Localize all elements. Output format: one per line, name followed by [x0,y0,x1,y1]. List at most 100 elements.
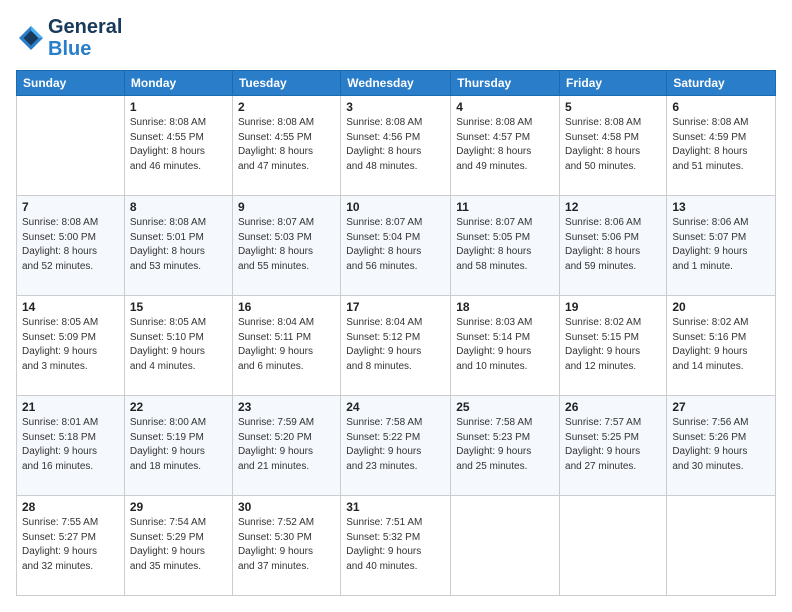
day-number: 27 [672,400,770,414]
calendar-cell: 14 Sunrise: 8:05 AMSunset: 5:09 PMDayligh… [17,296,125,396]
calendar-week-row: 1 Sunrise: 8:08 AMSunset: 4:55 PMDaylight… [17,96,776,196]
day-number: 22 [130,400,227,414]
day-number: 11 [456,200,554,214]
calendar-cell: 20Sunrise: 8:02 AMSunset: 5:16 PMDayligh… [667,296,776,396]
day-info: Sunrise: 8:08 AMSunset: 4:59 PMDaylight:… [672,116,770,174]
day-number: 31 [346,500,445,514]
day-number: 19 [565,300,661,314]
calendar-cell: 11 Sunrise: 8:07 AMSunset: 5:05 PMDayligh… [451,196,560,296]
day-info: Sunrise: 8:03 AMSunset: 5:14 PMDaylight:… [456,316,554,374]
day-number: 1 [130,100,227,114]
day-number: 20 [672,300,770,314]
calendar-cell: 28 Sunrise: 7:55 AMSunset: 5:27 PMDayligh… [17,496,125,596]
day-number: 18 [456,300,554,314]
calendar-cell: 31Sunrise: 7:51 AMSunset: 5:32 PMDayligh… [341,496,451,596]
calendar-cell [560,496,667,596]
calendar-cell: 27 Sunrise: 7:56 AMSunset: 5:26 PMDayligh… [667,396,776,496]
calendar-cell: 4 Sunrise: 8:08 AMSunset: 4:57 PMDaylight… [451,96,560,196]
calendar-cell [667,496,776,596]
calendar-cell: 8Sunrise: 8:08 AMSunset: 5:01 PMDaylight… [124,196,232,296]
calendar-cell: 6Sunrise: 8:08 AMSunset: 4:59 PMDaylight… [667,96,776,196]
day-number: 14 [22,300,119,314]
day-info: Sunrise: 8:00 AMSunset: 5:19 PMDaylight:… [130,416,227,474]
day-info: Sunrise: 8:05 AMSunset: 5:09 PMDaylight:… [22,316,119,374]
day-info: Sunrise: 8:07 AMSunset: 5:03 PMDaylight:… [238,216,335,274]
calendar-cell: 12 Sunrise: 8:06 AMSunset: 5:06 PMDayligh… [560,196,667,296]
day-number: 13 [672,200,770,214]
day-info: Sunrise: 7:56 AMSunset: 5:26 PMDaylight:… [672,416,770,474]
calendar-cell: 15 Sunrise: 8:05 AMSunset: 5:10 PMDayligh… [124,296,232,396]
logo-text: General Blue [48,16,122,60]
day-info: Sunrise: 7:55 AMSunset: 5:27 PMDaylight:… [22,516,119,574]
calendar-cell: 5 Sunrise: 8:08 AMSunset: 4:58 PMDaylight… [560,96,667,196]
calendar-cell: 24 Sunrise: 7:58 AMSunset: 5:22 PMDayligh… [341,396,451,496]
weekday-header: Thursday [451,71,560,96]
page: General Blue SundayMondayTuesdayWednesda… [0,0,792,612]
calendar-cell: 3 Sunrise: 8:08 AMSunset: 4:56 PMDaylight… [341,96,451,196]
day-number: 3 [346,100,445,114]
day-info: Sunrise: 8:01 AMSunset: 5:18 PMDaylight:… [22,416,119,474]
day-number: 24 [346,400,445,414]
weekday-header: Monday [124,71,232,96]
day-number: 21 [22,400,119,414]
day-info: Sunrise: 8:06 AMSunset: 5:06 PMDaylight:… [565,216,661,274]
calendar-cell: 10Sunrise: 8:07 AMSunset: 5:04 PMDayligh… [341,196,451,296]
day-number: 25 [456,400,554,414]
day-number: 28 [22,500,119,514]
day-info: Sunrise: 8:04 AMSunset: 5:11 PMDaylight:… [238,316,335,374]
day-info: Sunrise: 8:07 AMSunset: 5:04 PMDaylight:… [346,216,445,274]
day-info: Sunrise: 7:58 AMSunset: 5:22 PMDaylight:… [346,416,445,474]
calendar-week-row: 14 Sunrise: 8:05 AMSunset: 5:09 PMDayligh… [17,296,776,396]
calendar-cell: 26 Sunrise: 7:57 AMSunset: 5:25 PMDayligh… [560,396,667,496]
day-info: Sunrise: 7:57 AMSunset: 5:25 PMDaylight:… [565,416,661,474]
calendar-table: SundayMondayTuesdayWednesdayThursdayFrid… [16,70,776,596]
logo: General Blue [16,16,122,60]
day-info: Sunrise: 8:06 AMSunset: 5:07 PMDaylight:… [672,216,770,274]
day-info: Sunrise: 8:08 AMSunset: 4:55 PMDaylight:… [130,116,227,174]
calendar-cell: 30Sunrise: 7:52 AMSunset: 5:30 PMDayligh… [232,496,340,596]
day-info: Sunrise: 7:59 AMSunset: 5:20 PMDaylight:… [238,416,335,474]
day-number: 4 [456,100,554,114]
calendar-week-row: 21 Sunrise: 8:01 AMSunset: 5:18 PMDayligh… [17,396,776,496]
day-number: 29 [130,500,227,514]
weekday-header: Friday [560,71,667,96]
day-info: Sunrise: 8:08 AMSunset: 4:56 PMDaylight:… [346,116,445,174]
calendar-cell: 21 Sunrise: 8:01 AMSunset: 5:18 PMDayligh… [17,396,125,496]
weekday-header: Wednesday [341,71,451,96]
day-info: Sunrise: 8:02 AMSunset: 5:15 PMDaylight:… [565,316,661,374]
weekday-header: Tuesday [232,71,340,96]
calendar-cell: 1 Sunrise: 8:08 AMSunset: 4:55 PMDaylight… [124,96,232,196]
calendar-cell: 16 Sunrise: 8:04 AMSunset: 5:11 PMDayligh… [232,296,340,396]
day-number: 15 [130,300,227,314]
weekday-header: Sunday [17,71,125,96]
calendar-cell: 18 Sunrise: 8:03 AMSunset: 5:14 PMDayligh… [451,296,560,396]
calendar-cell: 19 Sunrise: 8:02 AMSunset: 5:15 PMDayligh… [560,296,667,396]
calendar-week-row: 28 Sunrise: 7:55 AMSunset: 5:27 PMDayligh… [17,496,776,596]
calendar-cell: 7 Sunrise: 8:08 AMSunset: 5:00 PMDaylight… [17,196,125,296]
day-info: Sunrise: 7:52 AMSunset: 5:30 PMDaylight:… [238,516,335,574]
day-info: Sunrise: 8:08 AMSunset: 5:00 PMDaylight:… [22,216,119,274]
calendar-cell: 23 Sunrise: 7:59 AMSunset: 5:20 PMDayligh… [232,396,340,496]
calendar-cell [451,496,560,596]
day-number: 26 [565,400,661,414]
calendar-cell [17,96,125,196]
calendar-week-row: 7 Sunrise: 8:08 AMSunset: 5:00 PMDaylight… [17,196,776,296]
calendar-cell: 9Sunrise: 8:07 AMSunset: 5:03 PMDaylight… [232,196,340,296]
header: General Blue [16,16,776,60]
calendar-header-row: SundayMondayTuesdayWednesdayThursdayFrid… [17,71,776,96]
day-info: Sunrise: 8:08 AMSunset: 5:01 PMDaylight:… [130,216,227,274]
day-info: Sunrise: 8:04 AMSunset: 5:12 PMDaylight:… [346,316,445,374]
day-info: Sunrise: 8:08 AMSunset: 4:57 PMDaylight:… [456,116,554,174]
calendar-cell: 29Sunrise: 7:54 AMSunset: 5:29 PMDayligh… [124,496,232,596]
day-number: 16 [238,300,335,314]
day-number: 12 [565,200,661,214]
calendar-cell: 17Sunrise: 8:04 AMSunset: 5:12 PMDayligh… [341,296,451,396]
day-info: Sunrise: 8:05 AMSunset: 5:10 PMDaylight:… [130,316,227,374]
calendar-cell: 2Sunrise: 8:08 AMSunset: 4:55 PMDaylight… [232,96,340,196]
calendar-cell: 22 Sunrise: 8:00 AMSunset: 5:19 PMDayligh… [124,396,232,496]
day-info: Sunrise: 8:07 AMSunset: 5:05 PMDaylight:… [456,216,554,274]
day-info: Sunrise: 8:08 AMSunset: 4:58 PMDaylight:… [565,116,661,174]
day-number: 23 [238,400,335,414]
day-number: 5 [565,100,661,114]
day-number: 7 [22,200,119,214]
